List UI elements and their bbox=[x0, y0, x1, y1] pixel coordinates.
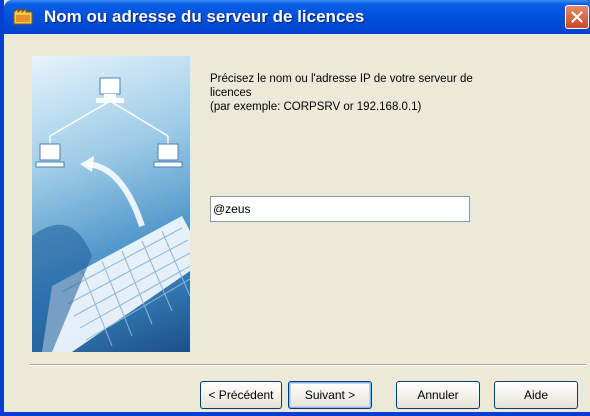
next-button[interactable]: Suivant > bbox=[288, 381, 372, 409]
instruction-line-3: (par exemple: CORPSRV or 192.168.0.1) bbox=[210, 101, 422, 113]
instruction-line-2: licences bbox=[210, 87, 252, 99]
app-icon bbox=[12, 8, 34, 26]
button-separator bbox=[30, 364, 586, 366]
network-illustration bbox=[32, 56, 190, 352]
server-address-input[interactable] bbox=[210, 196, 470, 222]
help-button[interactable]: Aide bbox=[494, 381, 578, 409]
dialog-body: Précisez le nom ou l'adresse IP de votre… bbox=[8, 34, 590, 412]
license-server-dialog: Nom ou adresse du serveur de licences Pr… bbox=[0, 0, 590, 416]
close-button[interactable] bbox=[565, 5, 589, 29]
cancel-button[interactable]: Annuler bbox=[396, 381, 480, 409]
instruction-line-1: Précisez le nom ou l'adresse IP de votre… bbox=[210, 73, 473, 85]
title-bar[interactable]: Nom ou adresse du serveur de licences bbox=[4, 0, 590, 34]
close-icon bbox=[571, 11, 583, 23]
window-title: Nom ou adresse du serveur de licences bbox=[44, 7, 365, 26]
previous-button[interactable]: < Précédent bbox=[200, 381, 282, 409]
network-computer-icon bbox=[96, 77, 124, 103]
instruction-text: Précisez le nom ou l'adresse IP de votre… bbox=[210, 72, 540, 114]
